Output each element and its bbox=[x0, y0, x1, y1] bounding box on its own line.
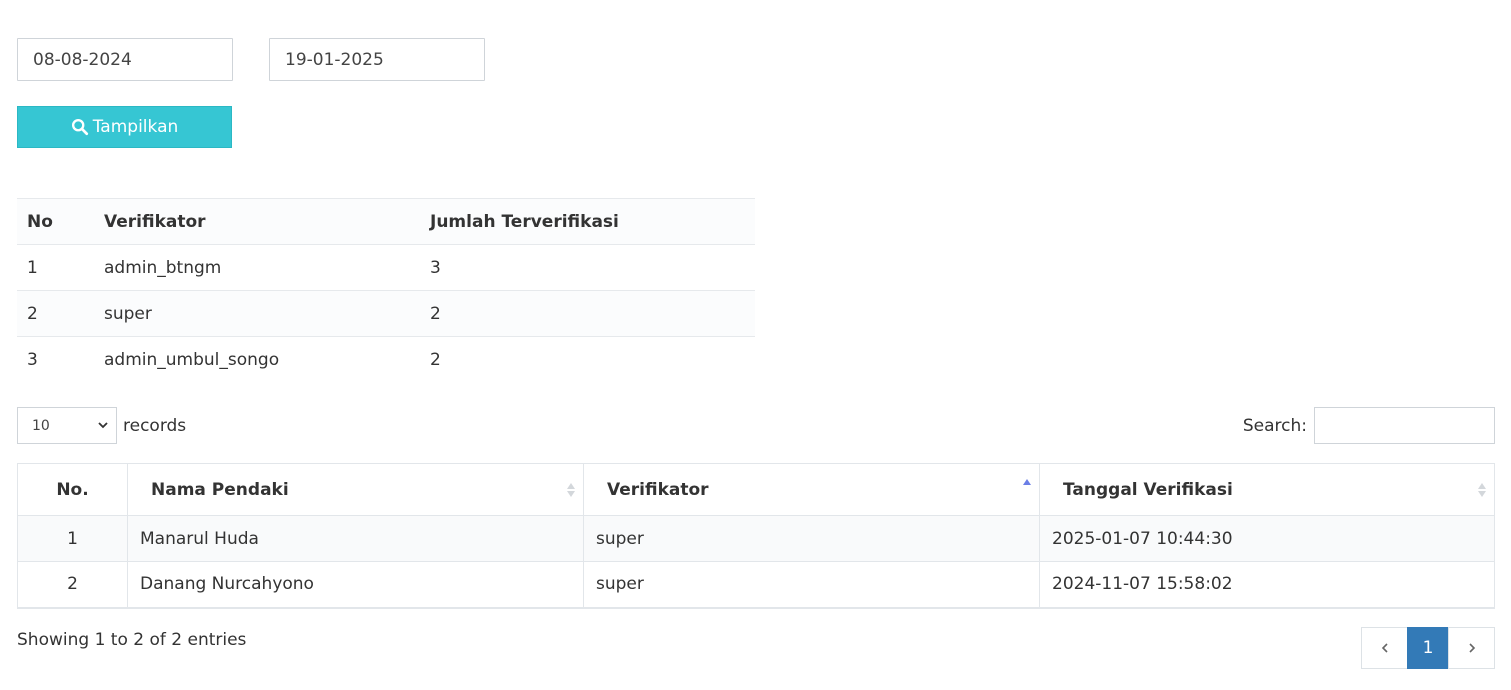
date-to-input[interactable] bbox=[269, 38, 485, 81]
column-header-nama-label: Nama Pendaki bbox=[151, 479, 289, 500]
column-header-tanggal[interactable]: Tanggal Verifikasi bbox=[1039, 463, 1495, 516]
table-row: 1 Manarul Huda super 2025-01-07 10:44:30 bbox=[17, 515, 1495, 562]
summary-header-verifikator: Verifikator bbox=[104, 198, 430, 245]
length-select-wrap: 10 bbox=[17, 407, 117, 444]
table-info: Showing 1 to 2 of 2 entries bbox=[17, 630, 247, 650]
summary-cell-no: 3 bbox=[17, 336, 104, 383]
sort-asc-icon bbox=[1023, 479, 1031, 485]
column-header-tanggal-label: Tanggal Verifikasi bbox=[1063, 479, 1233, 500]
pagination: 1 bbox=[1361, 627, 1495, 669]
search-label: Search: bbox=[1242, 415, 1307, 436]
summary-cell-jumlah: 2 bbox=[430, 290, 755, 337]
chevron-left-icon bbox=[1381, 643, 1388, 653]
chevron-right-icon bbox=[1468, 643, 1475, 653]
column-header-verifikator[interactable]: Verifikator bbox=[583, 463, 1040, 516]
verification-table: No. Nama Pendaki Verifikator Tanggal Ver… bbox=[17, 463, 1495, 609]
summary-cell-no: 1 bbox=[17, 244, 104, 291]
summary-cell-no: 2 bbox=[17, 290, 104, 337]
search-input[interactable] bbox=[1314, 407, 1495, 444]
sort-both-icon bbox=[1478, 483, 1486, 497]
table-row: 2 Danang Nurcahyono super 2024-11-07 15:… bbox=[17, 561, 1495, 609]
length-menu-label: records bbox=[123, 415, 187, 436]
summary-cell-verifikator: admin_umbul_songo bbox=[104, 336, 430, 383]
column-header-nama[interactable]: Nama Pendaki bbox=[127, 463, 584, 516]
page-button-current[interactable]: 1 bbox=[1407, 627, 1449, 669]
summary-header-row: No Verifikator Jumlah Terverifikasi bbox=[17, 198, 755, 245]
cell-no: 2 bbox=[17, 561, 128, 609]
search-icon bbox=[71, 118, 88, 136]
summary-header-no: No bbox=[17, 198, 104, 245]
summary-header-jumlah: Jumlah Terverifikasi bbox=[430, 198, 755, 245]
cell-tanggal: 2024-11-07 15:58:02 bbox=[1039, 561, 1495, 609]
show-button[interactable]: Tampilkan bbox=[17, 106, 232, 148]
summary-cell-jumlah: 2 bbox=[430, 336, 755, 383]
previous-page-button[interactable] bbox=[1361, 627, 1408, 669]
cell-verifikator: super bbox=[583, 561, 1040, 609]
cell-verifikator: super bbox=[583, 515, 1040, 562]
table-header-row: No. Nama Pendaki Verifikator Tanggal Ver… bbox=[17, 463, 1495, 516]
column-header-verifikator-label: Verifikator bbox=[607, 479, 709, 500]
cell-nama: Danang Nurcahyono bbox=[127, 561, 584, 609]
summary-row: 1 admin_btngm 3 bbox=[17, 244, 755, 291]
summary-cell-verifikator: admin_btngm bbox=[104, 244, 430, 291]
summary-row: 2 super 2 bbox=[17, 290, 755, 337]
cell-tanggal: 2025-01-07 10:44:30 bbox=[1039, 515, 1495, 562]
summary-row: 3 admin_umbul_songo 2 bbox=[17, 336, 755, 383]
column-header-no-label: No. bbox=[56, 479, 89, 500]
summary-cell-jumlah: 3 bbox=[430, 244, 755, 291]
column-header-no[interactable]: No. bbox=[17, 463, 128, 516]
sort-both-icon bbox=[567, 483, 575, 497]
length-select[interactable]: 10 bbox=[17, 407, 117, 444]
cell-no: 1 bbox=[17, 515, 128, 562]
cell-nama: Manarul Huda bbox=[127, 515, 584, 562]
date-from-input[interactable] bbox=[17, 38, 233, 81]
summary-table: No Verifikator Jumlah Terverifikasi 1 ad… bbox=[17, 198, 755, 383]
next-page-button[interactable] bbox=[1448, 627, 1495, 669]
summary-cell-verifikator: super bbox=[104, 290, 430, 337]
search-box: Search: bbox=[1243, 407, 1495, 444]
show-button-label: Tampilkan bbox=[92, 117, 179, 137]
length-menu: 10 records bbox=[17, 407, 186, 444]
